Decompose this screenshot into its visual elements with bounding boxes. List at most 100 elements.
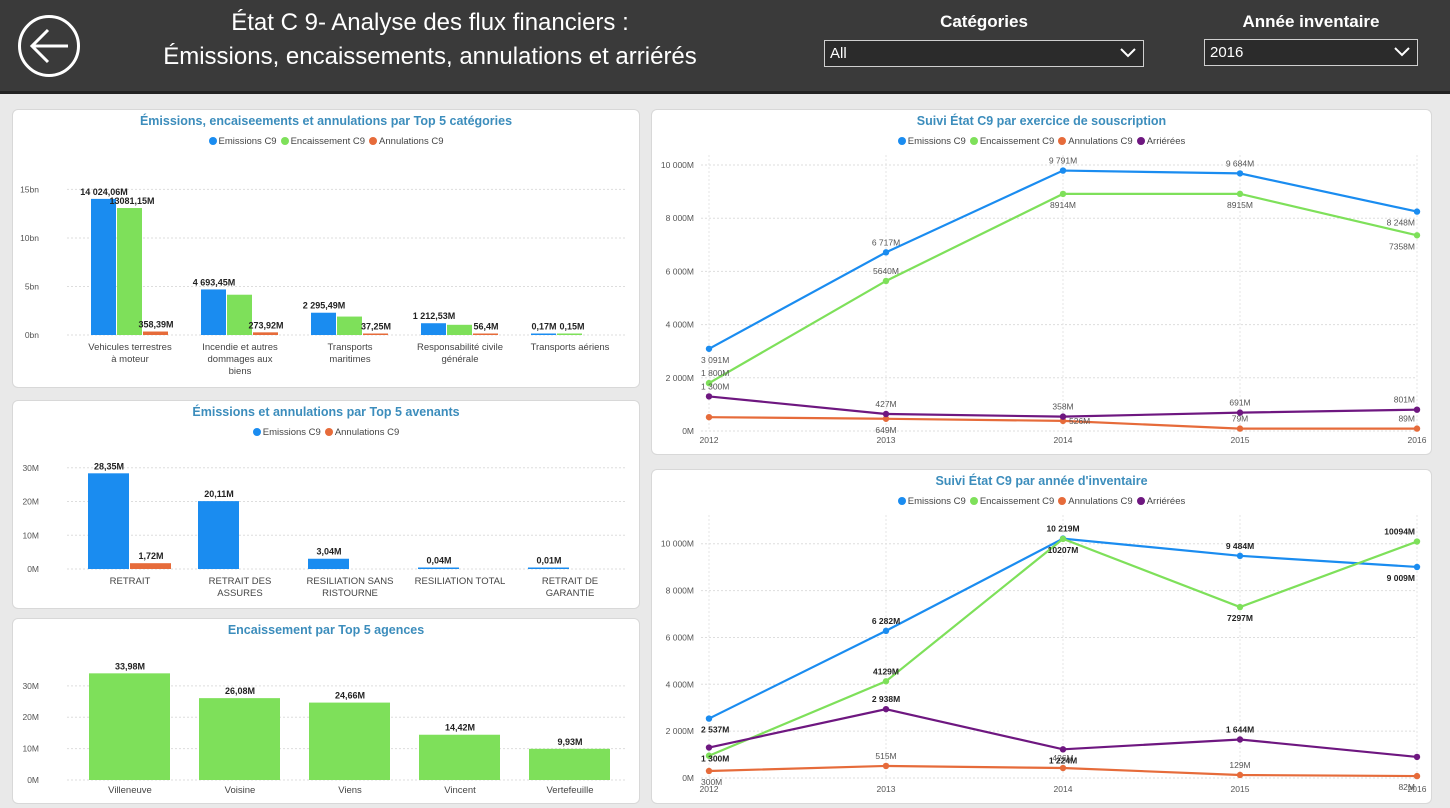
data-label: 1 644M <box>1226 724 1254 734</box>
category-label: Transports aériens <box>531 342 610 353</box>
bar-annulations-c9 <box>363 333 388 335</box>
point-encaissement-c9 <box>1059 190 1067 198</box>
data-label: 300M <box>701 777 722 787</box>
category-label: Incendie et autres <box>202 342 278 353</box>
bar-annulations-c9 <box>143 331 168 335</box>
point-annulations-c9 <box>705 413 713 421</box>
bar-encaissement-c9 <box>117 208 142 335</box>
data-label: 82M <box>1398 782 1415 792</box>
category-label: Transports <box>327 342 372 353</box>
data-label: 5640M <box>873 266 899 276</box>
point-encaissement-c9 <box>882 277 890 285</box>
data-label: 0,17M <box>531 322 556 332</box>
category-label: Responsabilité civile <box>417 342 503 353</box>
y-tick-label: 10 000M <box>661 160 694 170</box>
data-label: 4129M <box>873 666 899 676</box>
data-label: 1,72M <box>138 551 163 561</box>
category-label: Vertefeuille <box>546 785 593 796</box>
y-tick-label: 10bn <box>20 233 39 243</box>
data-label: 9 009M <box>1387 573 1415 583</box>
point-arri-r-es <box>1059 413 1067 420</box>
year-select[interactable]: 2016 <box>1204 39 1418 66</box>
chevron-down-icon <box>1394 47 1410 57</box>
data-label: 691M <box>1229 398 1250 408</box>
category-label: Villeneuve <box>108 785 152 796</box>
data-label: 801M <box>1394 395 1415 405</box>
bar-emissions-c9 <box>421 323 446 335</box>
bar-emissions-c9 <box>91 198 116 335</box>
data-label: 273,92M <box>248 320 283 330</box>
x-tick-label: 2015 <box>1231 784 1250 794</box>
category-label: Vehicules terrestres <box>88 342 172 353</box>
point-annulations-c9 <box>1413 772 1421 780</box>
y-tick-label: 2 000M <box>666 726 694 736</box>
data-label: 9 684M <box>1226 158 1254 168</box>
bar-emissions-c9 <box>201 289 226 335</box>
data-label: 515M <box>875 751 896 761</box>
data-label: 2 938M <box>872 694 900 704</box>
y-tick-label: 0M <box>27 564 39 574</box>
x-tick-label: 2016 <box>1408 435 1427 445</box>
data-label: 8914M <box>1050 200 1076 210</box>
data-label: 1 212,53M <box>413 311 456 321</box>
category-label: à moteur <box>111 354 149 365</box>
data-label: 8915M <box>1227 200 1253 210</box>
chart-top5-categories: Émissions, encaiseements et annulations … <box>12 109 640 388</box>
bar-emissions-c9 <box>418 567 459 569</box>
chart-plot: 0M2 000M4 000M6 000M8 000M10 000M2012 201… <box>661 515 1427 794</box>
page-title-line1: État C 9- Analyse des flux financiers : <box>231 9 629 36</box>
data-label: 7358M <box>1389 241 1415 251</box>
bar-encaissement-c9 <box>447 324 472 335</box>
back-button[interactable] <box>18 15 80 77</box>
data-label: 26,08M <box>225 686 255 696</box>
bar-emissions-c9 <box>531 333 556 335</box>
page-title: État C 9- Analyse des flux financiers : … <box>110 6 750 74</box>
y-tick-label: 20M <box>22 712 39 722</box>
data-label: 358M <box>1052 402 1073 412</box>
x-tick-label: 2012 <box>700 435 719 445</box>
point-encaissement-c9 <box>1236 603 1244 611</box>
x-tick-label: 2015 <box>1231 435 1250 445</box>
data-label: 2 537M <box>701 725 729 735</box>
point-emissions-c9 <box>1236 170 1244 177</box>
point-emissions-c9 <box>705 345 713 352</box>
data-label: 0,01M <box>536 556 561 566</box>
categories-select-value: All <box>830 45 847 62</box>
bar-annulations-c9 <box>130 563 171 569</box>
point-arri-r-es <box>1236 736 1244 743</box>
category-label: GARANTIE <box>546 588 595 599</box>
bar-encaissement-c9 <box>337 316 362 335</box>
data-label: 2 295,49M <box>303 301 346 311</box>
data-label: 33,98M <box>115 661 145 671</box>
point-emissions-c9 <box>1413 563 1421 571</box>
category-label: RETRAIT <box>110 576 151 587</box>
category-label: biens <box>229 366 252 377</box>
y-tick-label: 8 000M <box>666 586 694 596</box>
category-label: ASSURES <box>217 588 262 599</box>
categories-label: Catégories <box>940 12 1028 31</box>
bar-emissions-c9 <box>198 501 239 569</box>
data-label: 0,15M <box>559 322 584 332</box>
y-tick-label: 8 000M <box>666 213 694 223</box>
header-bar: État C 9- Analyse des flux financiers : … <box>0 0 1450 94</box>
category-label: dommages aux <box>208 354 273 365</box>
bar-value <box>89 673 170 780</box>
data-label: 6 717M <box>872 237 900 247</box>
data-label: 649M <box>875 425 896 435</box>
categories-select[interactable]: All <box>824 40 1144 67</box>
x-tick-label: 2013 <box>877 784 896 794</box>
category-label: Viens <box>338 785 362 796</box>
data-label: 6 282M <box>872 616 900 626</box>
category-label: Voisine <box>225 785 256 796</box>
data-label: 358,39M <box>138 320 173 330</box>
data-label: 1 300M <box>701 381 729 391</box>
point-emissions-c9 <box>1413 208 1421 215</box>
data-label: 9 791M <box>1049 156 1077 166</box>
y-tick-label: 2 000M <box>666 373 694 383</box>
chart-top5-agences: Encaissement par Top 5 agences 0M 10M 20M 3… <box>12 618 640 804</box>
data-label: 20,11M <box>204 489 234 499</box>
data-label: 4 693,45M <box>193 277 236 287</box>
chart-plot: 0bn5bn10bn15bn 14 024,06M13081,15M358,39M… <box>20 184 625 377</box>
bar-annulations-c9 <box>253 332 278 335</box>
point-arri-r-es <box>882 410 890 418</box>
